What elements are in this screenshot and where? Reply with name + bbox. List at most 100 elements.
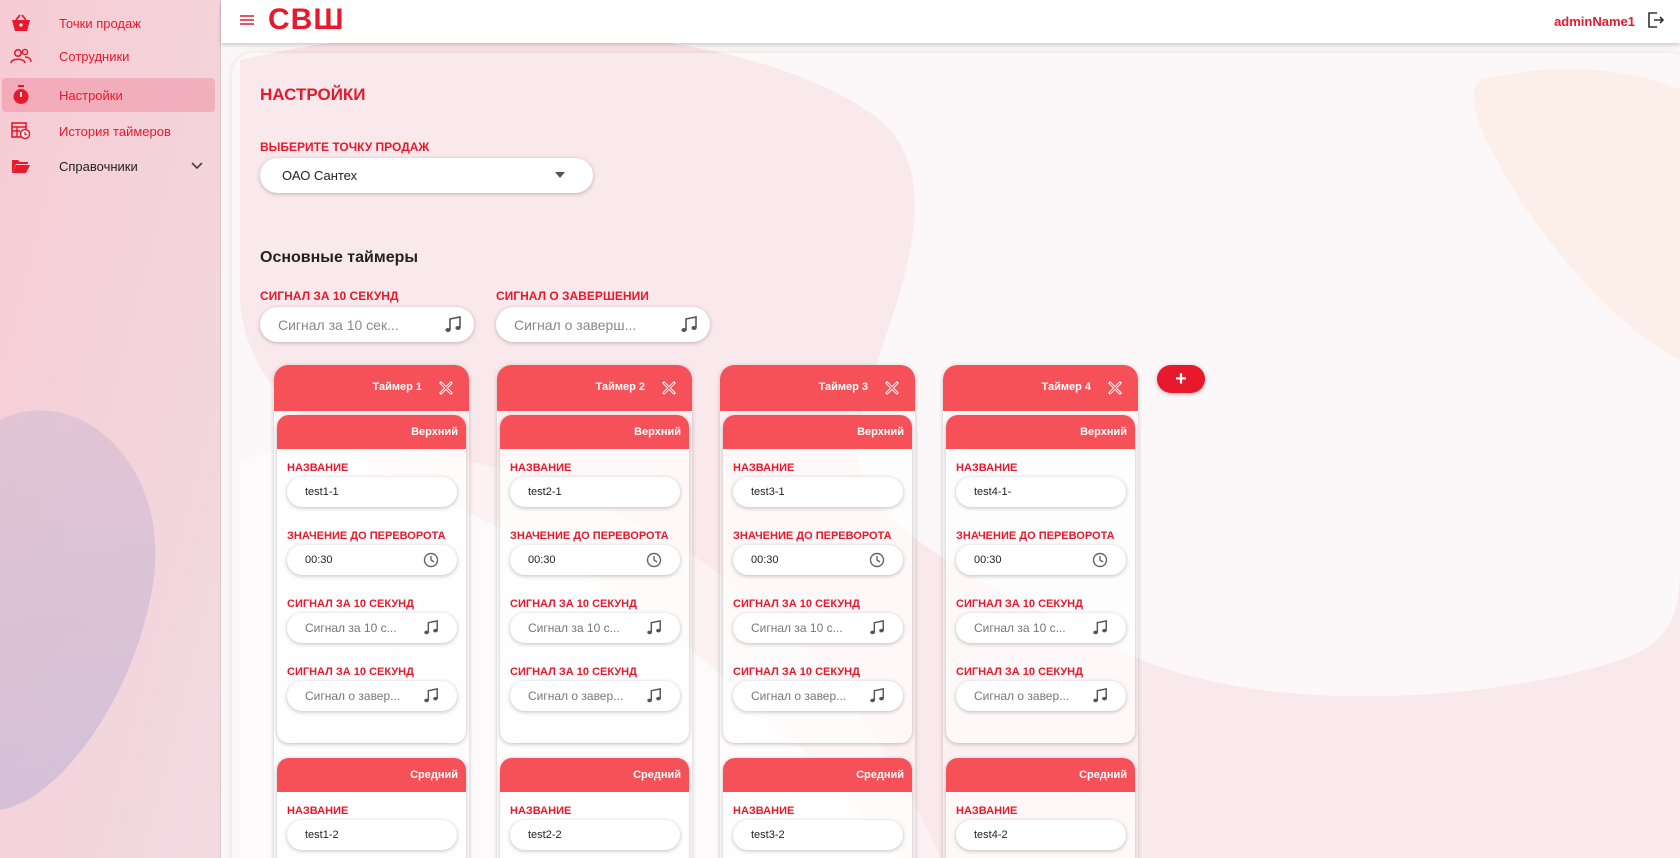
timer-name: Таймер 2 [595,381,645,393]
basket-icon [10,12,32,34]
section-title: Верхний [411,426,458,438]
section-title: Средний [410,769,458,781]
name-input[interactable]: test3-1 [733,477,903,507]
chevron-down-icon[interactable] [191,158,203,173]
name-label: НАЗВАНИЕ [510,805,572,817]
signal-end-input[interactable]: Сигнал о заверш... [496,307,710,342]
menu-icon[interactable] [239,13,257,29]
timer-card: Таймер 1 Верхний НАЗВАНИЕ test1-1 ЗНАЧЕН… [274,365,469,858]
sig1-input[interactable]: Сигнал за 10 с... [510,613,680,643]
music-note-icon[interactable] [423,620,439,636]
sidebar-item-label: История таймеров [59,123,171,139]
music-note-icon[interactable] [423,688,439,704]
timer-section-middle: Средний НАЗВАНИЕ test3-2 [723,758,912,858]
flip-value: 00:30 [528,554,556,566]
timer-section-top: Верхний НАЗВАНИЕ test1-1 ЗНАЧЕНИЕ ДО ПЕР… [277,415,466,743]
sidebar-item-label: Точки продаж [59,15,141,31]
sig1-input[interactable]: Сигнал за 10 с... [956,613,1126,643]
name-input[interactable]: test4-1- [956,477,1126,507]
music-note-icon[interactable] [1092,688,1108,704]
sidebar-item-directories[interactable]: Справочники [2,149,215,183]
name-value: test3-2 [751,829,785,841]
music-note-icon[interactable] [444,315,462,334]
flip-time-input[interactable]: 00:30 [287,545,457,575]
clock-icon[interactable] [1092,552,1108,568]
flip-label: ЗНАЧЕНИЕ ДО ПЕРЕВОРОТА [510,530,669,542]
delete-timer-icon[interactable] [439,381,453,400]
sig1-label: СИГНАЛ ЗА 10 СЕКУНД [956,598,1083,610]
name-label: НАЗВАНИЕ [733,805,795,817]
flip-time-input[interactable]: 00:30 [956,545,1126,575]
logout-icon[interactable] [1647,11,1665,34]
flip-time-input[interactable]: 00:30 [733,545,903,575]
section-header: Средний [946,758,1135,792]
timer-section-middle: Средний НАЗВАНИЕ test4-2 [946,758,1135,858]
sales-point-select[interactable]: ОАО Сантех [260,158,593,193]
name-input[interactable]: test1-2 [287,820,457,850]
signal-end-placeholder: Сигнал о заверш... [514,316,637,333]
music-note-icon[interactable] [646,620,662,636]
music-note-icon[interactable] [646,688,662,704]
sig2-input[interactable]: Сигнал о завер... [510,681,680,711]
timer-name: Таймер 3 [818,381,868,393]
clock-icon[interactable] [423,552,439,568]
sig1-placeholder: Сигнал за 10 с... [305,621,397,635]
flip-time-input[interactable]: 00:30 [510,545,680,575]
music-note-icon[interactable] [1092,620,1108,636]
flip-label: ЗНАЧЕНИЕ ДО ПЕРЕВОРОТА [956,530,1115,542]
sig1-label: СИГНАЛ ЗА 10 СЕКУНД [510,598,637,610]
timer-card: Таймер 4 Верхний НАЗВАНИЕ test4-1- ЗНАЧЕ… [943,365,1138,858]
name-label: НАЗВАНИЕ [956,462,1018,474]
signal10-input[interactable]: Сигнал за 10 сек... [260,307,474,342]
select-label: ВЫБЕРИТЕ ТОЧКУ ПРОДАЖ [260,140,430,154]
sidebar-item-timer-history[interactable]: История таймеров [2,114,215,148]
timer-header: Таймер 2 [497,365,692,411]
name-input[interactable]: test2-1 [510,477,680,507]
history-table-icon [10,120,32,142]
sidebar-item-label: Справочники [59,158,138,174]
select-value: ОАО Сантех [282,168,358,183]
sidebar-item-settings[interactable]: Настройки [2,78,215,112]
name-input[interactable]: test1-1 [287,477,457,507]
delete-timer-icon[interactable] [662,381,676,400]
sig1-placeholder: Сигнал за 10 с... [751,621,843,635]
name-input[interactable]: test4-2 [956,820,1126,850]
name-value: test4-2 [974,829,1008,841]
section-header: Верхний [500,415,689,449]
sig2-input[interactable]: Сигнал о завер... [733,681,903,711]
timer-section-middle: Средний НАЗВАНИЕ test2-2 [500,758,689,858]
clock-icon[interactable] [646,552,662,568]
section-header: Верхний [277,415,466,449]
sig1-placeholder: Сигнал за 10 с... [974,621,1066,635]
music-note-icon[interactable] [869,620,885,636]
dropdown-arrow-icon [555,172,565,178]
section-header: Средний [723,758,912,792]
delete-timer-icon[interactable] [885,381,899,400]
sig1-input[interactable]: Сигнал за 10 с... [733,613,903,643]
sig2-input[interactable]: Сигнал о завер... [287,681,457,711]
section-title: Верхний [634,426,681,438]
timer-section-top: Верхний НАЗВАНИЕ test3-1 ЗНАЧЕНИЕ ДО ПЕР… [723,415,912,743]
sidebar-item-employees[interactable]: Сотрудники [2,39,215,73]
sidebar-item-sales-points[interactable]: Точки продаж [2,6,215,40]
sig2-label: СИГНАЛ ЗА 10 СЕКУНД [510,666,637,678]
name-label: НАЗВАНИЕ [733,462,795,474]
clock-icon[interactable] [869,552,885,568]
add-timer-button[interactable]: + [1157,365,1205,393]
sig2-input[interactable]: Сигнал о завер... [956,681,1126,711]
folder-icon [10,155,32,177]
sig1-input[interactable]: Сигнал за 10 с... [287,613,457,643]
music-note-icon[interactable] [869,688,885,704]
section-title: Верхний [857,426,904,438]
sig2-label: СИГНАЛ ЗА 10 СЕКУНД [287,666,414,678]
sig2-placeholder: Сигнал о завер... [528,689,624,703]
timer-header: Таймер 1 [274,365,469,411]
music-note-icon[interactable] [680,315,698,334]
name-input[interactable]: test2-2 [510,820,680,850]
sig2-label: СИГНАЛ ЗА 10 СЕКУНД [956,666,1083,678]
flip-value: 00:30 [751,554,779,566]
delete-timer-icon[interactable] [1108,381,1122,400]
page-title: НАСТРОЙКИ [260,85,366,104]
sidebar-item-label: Сотрудники [59,48,130,64]
name-input[interactable]: test3-2 [733,820,903,850]
